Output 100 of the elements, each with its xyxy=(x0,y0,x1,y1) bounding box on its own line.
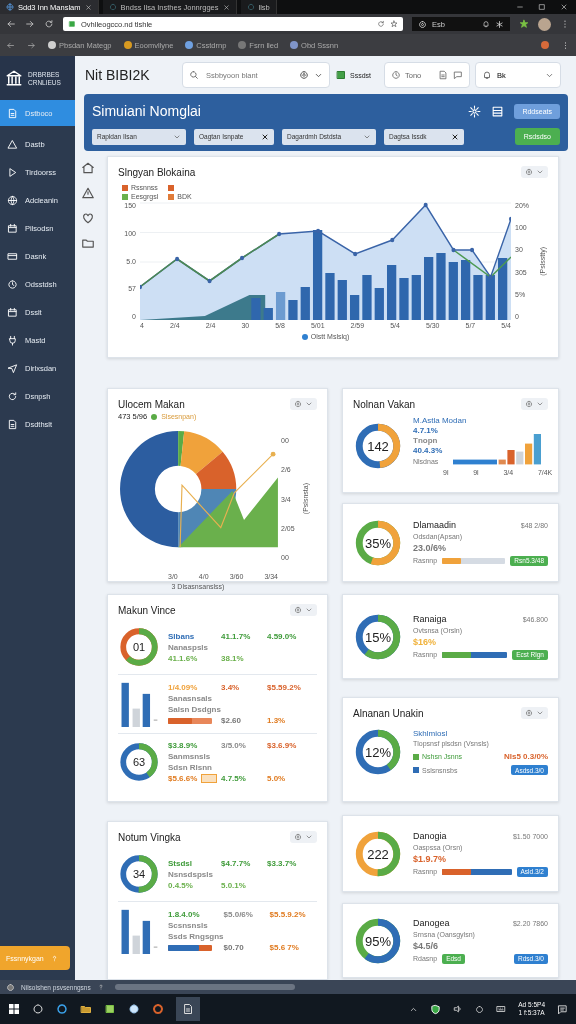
notepad-icon[interactable] xyxy=(104,1003,116,1015)
bar xyxy=(142,693,151,727)
card-title: Alnanan Unakin xyxy=(353,707,425,719)
bar xyxy=(498,258,508,320)
globe-icon[interactable] xyxy=(128,1003,140,1015)
forward-icon[interactable] xyxy=(25,19,35,29)
send-icon xyxy=(7,362,18,374)
options-dropdown[interactable] xyxy=(521,707,548,719)
folder-icon[interactable] xyxy=(81,236,95,250)
value-text: 40.4.3% xyxy=(413,446,444,455)
document-icon[interactable] xyxy=(438,70,448,80)
keyboard-icon[interactable] xyxy=(496,1004,507,1014)
value-text: $2.60 xyxy=(221,716,242,725)
target-icon xyxy=(294,606,302,614)
data-point xyxy=(423,202,428,208)
search-icon xyxy=(189,70,199,80)
home-icon[interactable] xyxy=(81,161,95,175)
refresh-icon xyxy=(7,390,18,402)
value-text: Tnopn xyxy=(413,436,439,445)
value-text: 5.0% xyxy=(267,774,286,783)
data-point xyxy=(270,451,276,457)
settings-icon[interactable] xyxy=(468,104,482,118)
maximize-icon[interactable] xyxy=(538,3,546,11)
value-text: Slbans xyxy=(168,631,195,641)
value-text: $1.9.7% xyxy=(413,853,448,864)
dash-mark xyxy=(153,946,158,948)
target-icon xyxy=(418,19,427,29)
value-text: $0.70 xyxy=(223,943,244,952)
options-dropdown[interactable] xyxy=(290,604,317,616)
bar xyxy=(424,257,434,320)
value-text: $5.59.2% xyxy=(267,683,301,692)
data-point xyxy=(175,256,180,262)
value-text: 41.1.6% xyxy=(168,653,198,663)
play-icon xyxy=(7,166,18,178)
data-point xyxy=(316,228,321,234)
browser-icon[interactable] xyxy=(56,1003,68,1015)
target-icon xyxy=(525,400,533,408)
volume-icon[interactable] xyxy=(453,1004,464,1014)
value-text: Nanaspsls xyxy=(168,642,209,652)
value-text: Sanasnsals xyxy=(168,694,213,703)
bar xyxy=(473,275,483,320)
value-text: $4.7.7% xyxy=(221,858,251,868)
bar xyxy=(132,708,140,727)
bar xyxy=(399,278,409,320)
shield-icon[interactable] xyxy=(430,1003,442,1015)
bank-icon xyxy=(5,69,23,87)
search-icon[interactable] xyxy=(32,1003,44,1015)
avatar xyxy=(538,17,551,31)
options-dropdown[interactable] xyxy=(521,398,548,410)
panel-title: Simuiani Nomglai xyxy=(92,103,202,119)
favicon-icon xyxy=(185,41,194,49)
value-text: 1.8.4.0% xyxy=(168,910,200,919)
value-text: 3/5.0% xyxy=(221,741,246,750)
bar xyxy=(132,935,140,954)
close-icon[interactable] xyxy=(560,3,568,11)
card-icon xyxy=(7,250,18,262)
data-point xyxy=(390,237,395,243)
value-text: Ssds Rngsgns xyxy=(168,932,224,941)
value-text: $3.6.9% xyxy=(267,741,297,750)
card-title: Ranaiga xyxy=(413,613,447,624)
bar xyxy=(362,275,372,320)
bar xyxy=(387,265,397,320)
bar xyxy=(448,262,458,320)
folder-icon[interactable] xyxy=(80,1003,92,1015)
donut-value: 12% xyxy=(365,744,391,760)
star-icon[interactable] xyxy=(519,19,529,29)
options-dropdown[interactable] xyxy=(290,398,317,410)
bar xyxy=(121,909,129,954)
bar xyxy=(142,920,151,954)
page-icon xyxy=(68,20,76,28)
value-text: 41.1.7% xyxy=(221,631,251,641)
donut-value: 35% xyxy=(365,535,391,550)
options-dropdown[interactable] xyxy=(521,166,548,178)
list-icon[interactable] xyxy=(491,104,505,118)
page-title: Nit BIBI2K xyxy=(85,67,151,83)
bar xyxy=(121,682,129,727)
chat-icon[interactable] xyxy=(453,70,463,80)
close-icon xyxy=(451,132,459,141)
bar xyxy=(485,275,495,320)
reload-icon[interactable] xyxy=(44,19,54,29)
value-text: 0.4.5% xyxy=(168,880,193,890)
card-title: Slngyan Blokaina xyxy=(118,166,197,178)
favicon-icon xyxy=(48,41,56,49)
warning-icon[interactable] xyxy=(81,186,95,200)
notification-icon[interactable] xyxy=(557,1003,568,1015)
bar xyxy=(288,300,298,320)
value-text: Nls5 0.3/0% xyxy=(503,752,548,761)
back-icon[interactable] xyxy=(6,19,16,29)
heart-icon[interactable] xyxy=(81,211,95,225)
active-app[interactable] xyxy=(176,997,200,1021)
asterisk-icon[interactable] xyxy=(495,19,504,29)
donut-value: 63 xyxy=(132,756,146,768)
chevron-down-icon xyxy=(305,833,313,841)
card-title: Nolnan Vakan xyxy=(353,398,417,410)
app-icon xyxy=(335,69,347,81)
options-dropdown[interactable] xyxy=(290,831,317,843)
bar xyxy=(275,292,286,320)
donut-value: 142 xyxy=(367,438,389,454)
browser-icon[interactable] xyxy=(152,1003,164,1015)
document-icon xyxy=(7,107,18,119)
